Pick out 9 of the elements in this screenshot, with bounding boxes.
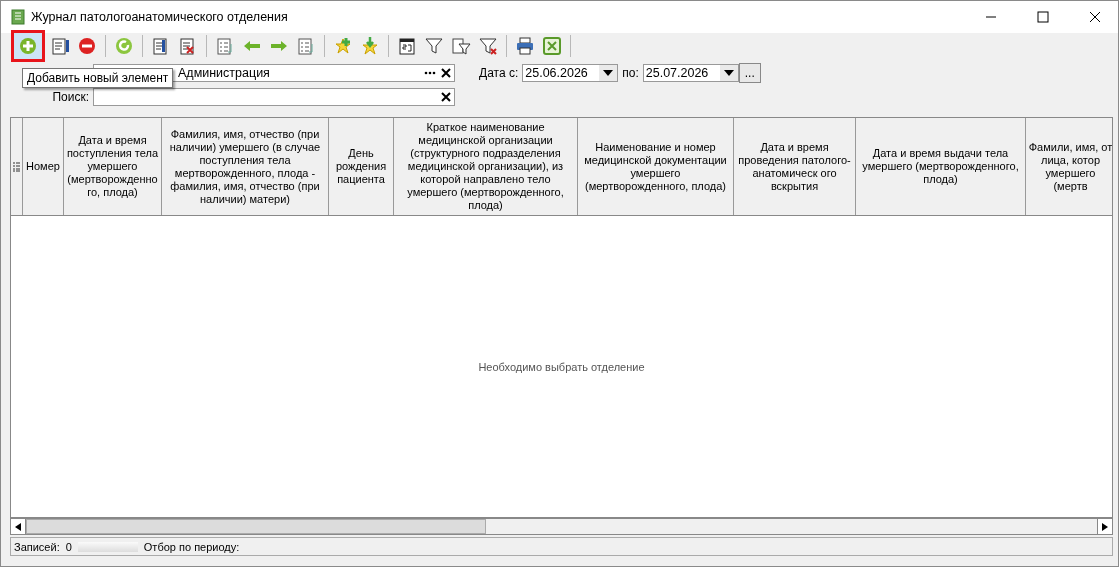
search-label: Поиск: (51, 90, 89, 104)
date-from-label: Дата с: (479, 66, 519, 80)
tooltip: Добавить новый элемент (22, 68, 174, 88)
period-label: Отбор по периоду: (143, 540, 240, 553)
window-title: Журнал патологоанатомического отделения (31, 10, 289, 24)
empty-message: Необходимо выбрать отделение (478, 360, 645, 373)
records-label: Записей: (14, 540, 60, 553)
records-count: 0 (65, 540, 72, 553)
date-to-label: по: (622, 66, 639, 80)
